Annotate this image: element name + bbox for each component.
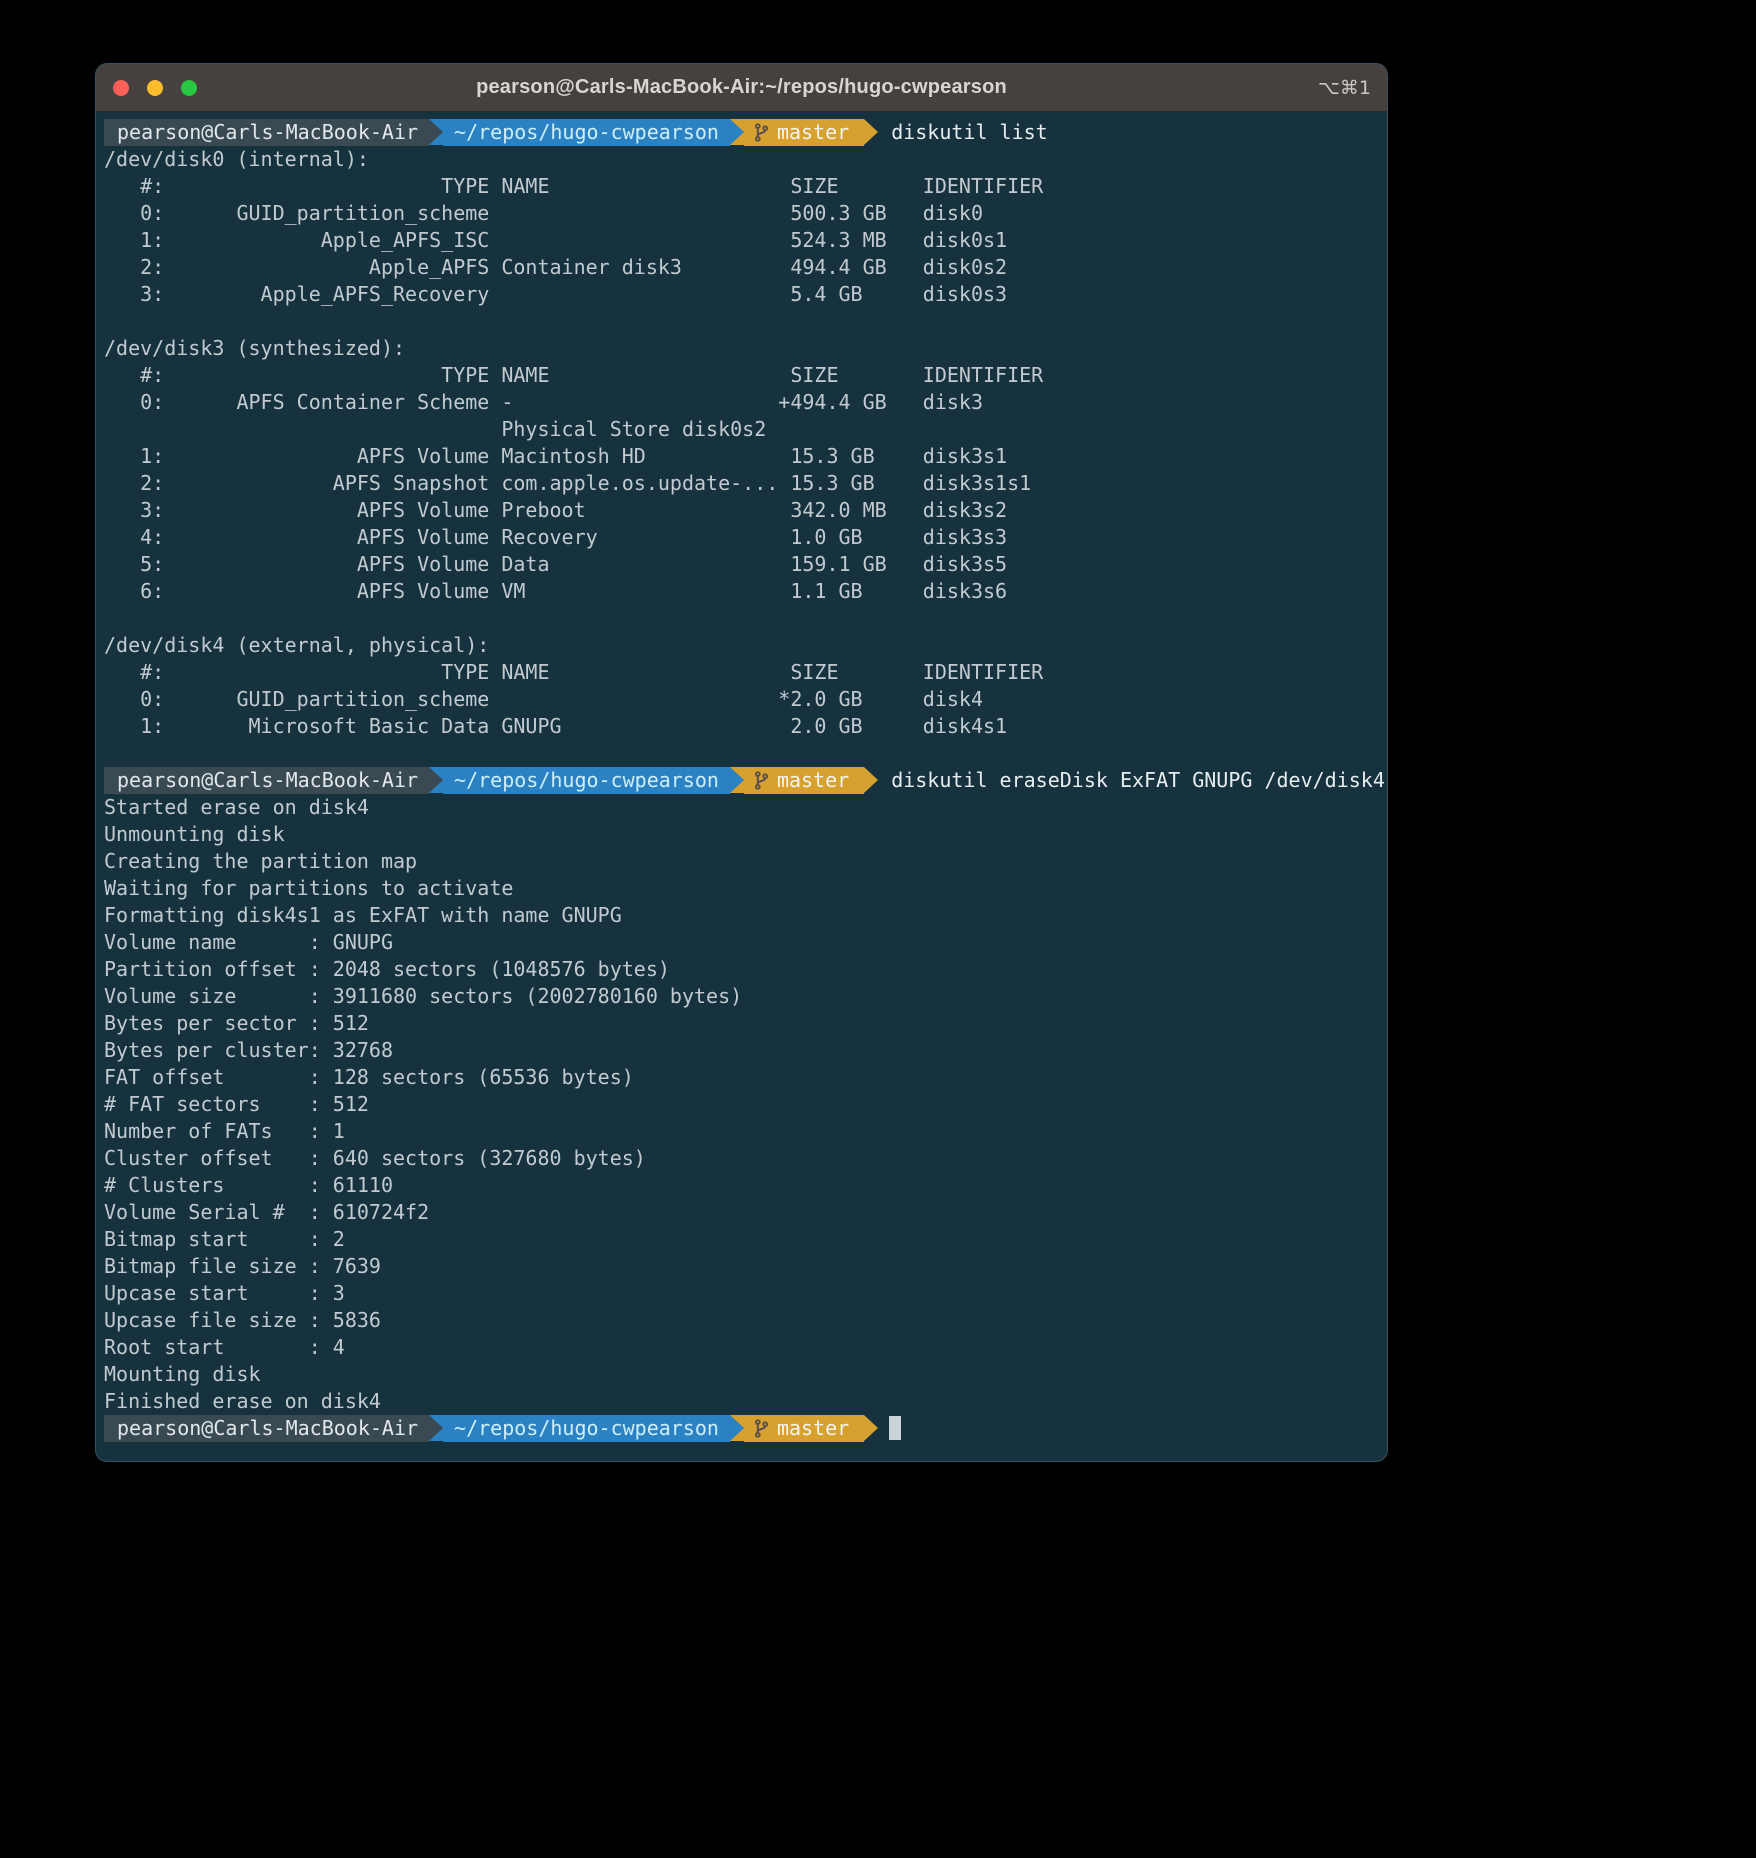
command-text-2: diskutil eraseDisk ExFAT GNUPG /dev/disk… (878, 767, 1385, 794)
prompt-branch-segment: master (744, 1415, 864, 1442)
terminal-window: pearson@Carls-MacBook-Air:~/repos/hugo-c… (95, 63, 1388, 1462)
powerline-arrow-icon (864, 119, 878, 145)
terminal-cursor (889, 1416, 901, 1440)
traffic-lights (96, 64, 197, 111)
diskutil-list-output: /dev/disk0 (internal): #: TYPE NAME SIZE… (104, 146, 1387, 767)
prompt-path-segment: ~/repos/hugo-cwpearson (443, 767, 730, 794)
powerline-arrow-icon (730, 767, 744, 793)
powerline-arrow-icon (864, 767, 878, 793)
command-text-1: diskutil list (878, 119, 1048, 146)
powerline-arrow-icon (429, 767, 443, 793)
powerline-arrow-icon (429, 1415, 443, 1441)
prompt-branch-segment: master (744, 119, 864, 146)
prompt-path-segment: ~/repos/hugo-cwpearson (443, 1415, 730, 1442)
window-shortcut-badge: ⌥⌘1 (1318, 64, 1371, 111)
powerline-arrow-icon (429, 119, 443, 145)
prompt-path-segment: ~/repos/hugo-cwpearson (443, 119, 730, 146)
minimize-button[interactable] (147, 80, 163, 96)
prompt-line-1: pearson@Carls-MacBook-Air ~/repos/hugo-c… (104, 119, 1387, 146)
git-branch-icon (754, 123, 769, 142)
prompt-user-segment: pearson@Carls-MacBook-Air (104, 119, 429, 146)
prompt-line-2: pearson@Carls-MacBook-Air ~/repos/hugo-c… (104, 767, 1387, 794)
branch-name: master (777, 1415, 849, 1442)
prompt-user-segment: pearson@Carls-MacBook-Air (104, 1415, 429, 1442)
git-branch-icon (754, 1419, 769, 1438)
prompt-line-3: pearson@Carls-MacBook-Air ~/repos/hugo-c… (104, 1415, 1387, 1442)
branch-name: master (777, 767, 849, 794)
powerline-arrow-icon (730, 1415, 744, 1441)
window-title: pearson@Carls-MacBook-Air:~/repos/hugo-c… (96, 76, 1387, 99)
powerline-arrow-icon (864, 1415, 878, 1441)
prompt-user-segment: pearson@Carls-MacBook-Air (104, 767, 429, 794)
zoom-button[interactable] (181, 80, 197, 96)
prompt-branch-segment: master (744, 767, 864, 794)
git-branch-icon (754, 771, 769, 790)
terminal-screen[interactable]: pearson@Carls-MacBook-Air ~/repos/hugo-c… (96, 112, 1387, 1461)
close-button[interactable] (113, 80, 129, 96)
title-bar[interactable]: pearson@Carls-MacBook-Air:~/repos/hugo-c… (96, 64, 1387, 112)
diskutil-erasedisk-output: Started erase on disk4 Unmounting disk C… (104, 794, 1387, 1415)
powerline-arrow-icon (730, 119, 744, 145)
branch-name: master (777, 119, 849, 146)
